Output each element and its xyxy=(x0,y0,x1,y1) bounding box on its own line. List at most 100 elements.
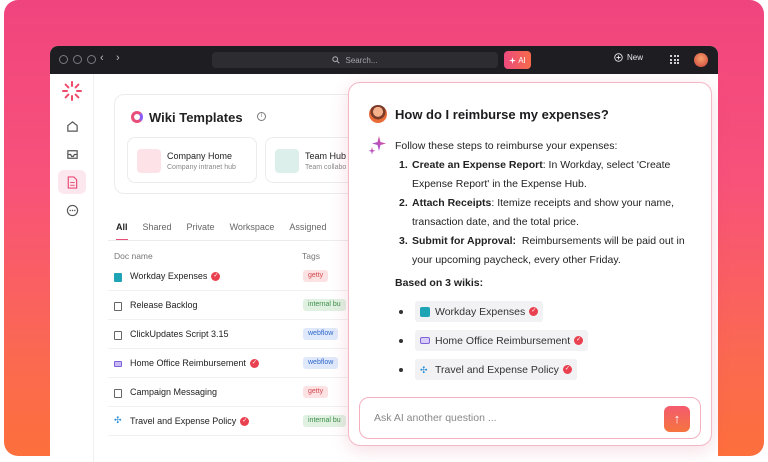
apps-grid-icon[interactable] xyxy=(670,55,679,64)
wiki-reference[interactable]: Home Office Reimbursement ✓ xyxy=(399,330,589,351)
wiki-reference[interactable]: ✣ Travel and Expense Policy ✓ xyxy=(399,359,577,380)
close-dot[interactable] xyxy=(59,55,68,64)
back-arrow-icon[interactable]: ‹ xyxy=(100,52,104,64)
policy-icon: ✣ xyxy=(114,415,122,425)
tabs-divider xyxy=(108,240,348,241)
step-text: Attach Receipts: Itemize receipts and sh… xyxy=(412,194,700,232)
template-subtitle: Team collabo xyxy=(305,164,347,171)
wiki-reference-pill[interactable]: Home Office Reimbursement ✓ xyxy=(415,330,589,351)
minimize-dot[interactable] xyxy=(73,55,82,64)
step-text: Create an Expense Report: In Workday, se… xyxy=(412,156,700,194)
answer-intro: Follow these steps to reimburse your exp… xyxy=(395,140,618,152)
send-button[interactable]: ↑ xyxy=(664,406,690,432)
workday-icon xyxy=(420,306,430,317)
user-avatar xyxy=(369,105,387,123)
info-icon[interactable]: i xyxy=(257,112,266,121)
bullet xyxy=(399,338,403,343)
verified-icon: ✓ xyxy=(240,417,250,427)
inbox-icon[interactable] xyxy=(58,142,86,166)
tag-badge[interactable]: webflow xyxy=(303,357,339,369)
table-row[interactable]: Workday Expenses ✓ getty xyxy=(108,262,348,291)
verified-icon: ✓ xyxy=(249,359,259,369)
clickup-logo-icon xyxy=(62,81,82,101)
template-title: Company Home xyxy=(167,151,233,161)
step-text: Submit for Approval: Reimbursements will… xyxy=(412,232,700,270)
table-row[interactable]: ClickUpdates Script 3.15 webflow xyxy=(108,320,348,349)
doc-name[interactable]: Home Office Reimbursement ✓ xyxy=(130,358,259,369)
step-number: 3. xyxy=(399,235,408,247)
answer-step: 1. Create an Expense Report: In Workday, … xyxy=(395,156,700,194)
new-button[interactable]: New xyxy=(614,53,643,62)
doc-name[interactable]: Travel and Expense Policy ✓ xyxy=(130,416,250,427)
ai-button-label: AI xyxy=(518,55,526,65)
ai-sparkle-icon xyxy=(509,56,517,64)
doc-name[interactable]: Release Backlog xyxy=(130,300,198,310)
reimbursement-icon xyxy=(114,361,122,367)
table-row[interactable]: Campaign Messaging getty xyxy=(108,378,348,407)
tag-badge[interactable]: webflow xyxy=(303,328,339,340)
docs-icon[interactable] xyxy=(58,170,86,194)
answer-step: 2. Attach Receipts: Itemize receipts and … xyxy=(395,194,700,232)
forward-arrow-icon[interactable]: › xyxy=(116,52,120,64)
template-title: Team Hub xyxy=(305,151,347,161)
tag-badge[interactable]: getty xyxy=(303,270,329,282)
new-button-label: New xyxy=(627,53,644,62)
ai-answer-panel: How do I reimburse my expenses? Follow t… xyxy=(348,82,712,446)
workday-icon xyxy=(114,273,122,282)
doc-icon xyxy=(114,302,122,311)
doc-icon xyxy=(114,331,122,340)
maximize-dot[interactable] xyxy=(87,55,96,64)
sidebar xyxy=(50,74,94,462)
ask-ai-input[interactable]: Ask AI another question ... ↑ xyxy=(359,397,701,439)
based-on-label: Based on 3 wikis: xyxy=(395,277,484,289)
reimbursement-icon xyxy=(420,337,430,344)
ask-ai-placeholder: Ask AI another question ... xyxy=(374,412,497,424)
doc-name[interactable]: Workday Expenses ✓ xyxy=(130,271,221,282)
template-subtitle: Company intranet hub xyxy=(167,164,236,171)
tab-assigned[interactable]: Assigned xyxy=(289,222,326,241)
tag-badge[interactable]: internal bu xyxy=(303,299,346,311)
step-title: Create an Expense Report xyxy=(412,159,543,171)
wiki-reference-pill[interactable]: Workday Expenses ✓ xyxy=(415,301,544,322)
table-row[interactable]: Release Backlog internal bu xyxy=(108,291,348,320)
verified-icon: ✓ xyxy=(562,365,572,374)
home-icon[interactable] xyxy=(58,114,86,138)
ai-button[interactable]: AI xyxy=(504,51,531,69)
step-title: Submit for Approval: xyxy=(412,235,517,247)
column-header-tags[interactable]: Tags xyxy=(302,251,320,261)
doc-name[interactable]: ClickUpdates Script 3.15 xyxy=(130,329,229,339)
answer-step: 3. Submit for Approval: Reimbursements wi… xyxy=(395,232,700,270)
wiki-reference-name: Workday Expenses xyxy=(435,305,526,318)
template-thumbnail xyxy=(137,149,161,173)
top-bar: ‹ › Search... AI New xyxy=(50,46,718,74)
tag-badge[interactable]: getty xyxy=(303,386,329,398)
table-row[interactable]: ✣ Travel and Expense Policy ✓ internal bu xyxy=(108,407,348,436)
verified-icon: ✓ xyxy=(211,272,221,282)
table-row[interactable]: Home Office Reimbursement ✓ webflow xyxy=(108,349,348,378)
wiki-templates-card: Wiki Templates i Company Home Company in… xyxy=(114,94,374,194)
plus-circle-icon xyxy=(614,53,623,62)
verified-icon: ✓ xyxy=(529,307,539,316)
wiki-reference-name: Travel and Expense Policy xyxy=(435,363,559,376)
ai-answer: Follow these steps to reimburse your exp… xyxy=(395,137,700,270)
doc-name[interactable]: Campaign Messaging xyxy=(130,387,217,397)
tab-shared[interactable]: Shared xyxy=(143,222,172,241)
wiki-reference-pill[interactable]: ✣ Travel and Expense Policy ✓ xyxy=(415,359,577,380)
more-icon[interactable] xyxy=(58,198,86,222)
step-title: Attach Receipts xyxy=(412,197,492,209)
tab-workspace[interactable]: Workspace xyxy=(230,222,275,241)
template-card-company-home[interactable]: Company Home Company intranet hub xyxy=(127,137,257,183)
answer-steps: 1. Create an Expense Report: In Workday, … xyxy=(395,156,700,270)
step-number: 2. xyxy=(399,197,408,209)
column-header-doc-name[interactable]: Doc name xyxy=(114,251,153,261)
step-number: 1. xyxy=(399,159,408,171)
tag-badge[interactable]: internal bu xyxy=(303,415,346,427)
wiki-templates-title: Wiki Templates xyxy=(149,110,243,125)
tab-all[interactable]: All xyxy=(116,222,128,241)
ai-question: How do I reimburse my expenses? xyxy=(395,107,609,122)
search-bar[interactable]: Search... xyxy=(212,52,498,68)
window-controls xyxy=(59,55,96,64)
user-avatar[interactable] xyxy=(694,53,708,67)
tab-private[interactable]: Private xyxy=(187,222,215,241)
wiki-reference[interactable]: Workday Expenses ✓ xyxy=(399,301,544,322)
